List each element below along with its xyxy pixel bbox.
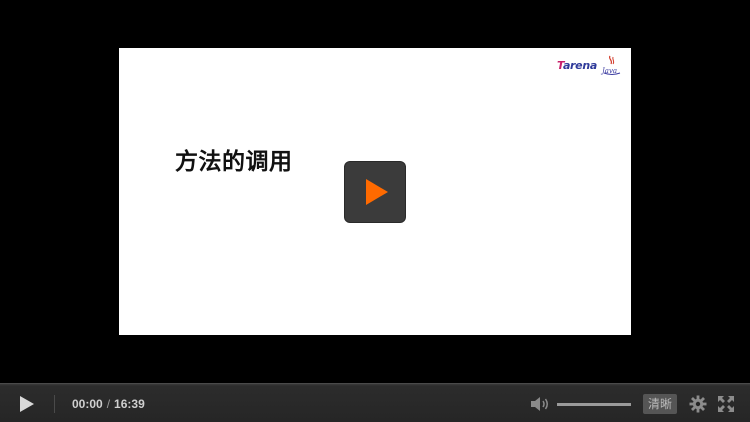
play-icon [20,396,34,412]
gear-icon [689,395,707,413]
java-logo-icon: Java [601,54,623,76]
current-time: 00:00 [72,397,103,411]
fullscreen-icon [718,396,734,412]
time-display: 00:00/16:39 [72,397,145,411]
duration: 16:39 [114,397,145,411]
play-icon [366,179,388,205]
big-play-button[interactable] [345,162,405,222]
logo-brand-rest: arena [562,58,597,72]
volume-icon [531,397,548,411]
mute-button[interactable] [529,395,551,413]
volume-slider[interactable] [557,403,631,406]
control-divider [54,395,55,413]
video-control-bar: 00:00/16:39 清晰 [0,383,750,422]
slide-title: 方法的调用 [175,149,293,175]
tarena-logo: Tarena [557,59,597,72]
settings-button[interactable] [689,395,707,413]
time-separator: / [106,397,111,411]
java-logo-text: Java [602,67,618,75]
fullscreen-button[interactable] [717,395,735,413]
volume-level [557,403,631,406]
video-stage[interactable]: Tarena Java 方法的调用 [0,0,750,383]
tarena-java-logo: Tarena Java [557,54,623,76]
play-button[interactable] [14,394,38,414]
quality-button[interactable]: 清晰 [643,394,677,414]
